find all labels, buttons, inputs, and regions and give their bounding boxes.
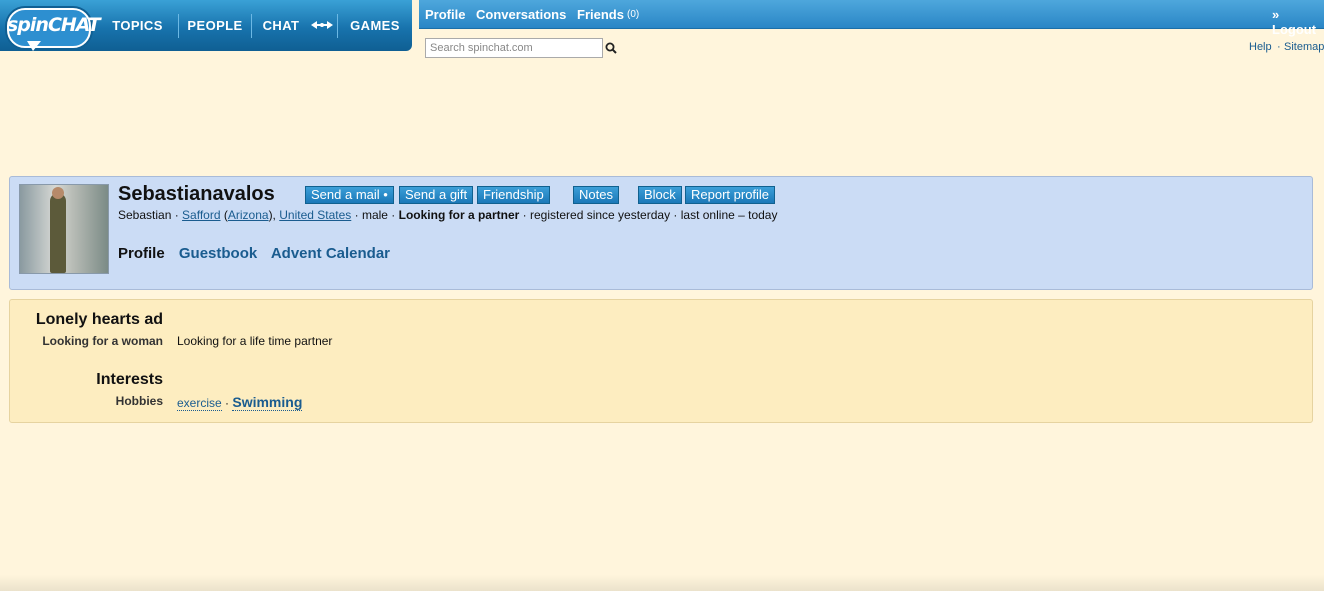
help-link[interactable]: Help [1249,41,1272,53]
notes-button[interactable]: Notes [573,186,619,204]
tab-guestbook[interactable]: Guestbook [179,245,257,262]
looking-for-label: Looking for a woman [42,334,163,348]
hobby-link[interactable]: exercise [177,396,222,411]
country-link[interactable]: United States [279,208,351,222]
profile-details: Lonely hearts ad Looking for a woman Loo… [9,299,1313,423]
hobby-link[interactable]: Swimming [232,394,303,411]
sitemap-link[interactable]: Sitemap [1284,41,1324,53]
logo-text: spinCHAT [7,14,101,36]
city-link[interactable]: Safford [182,208,220,222]
nav-divider [251,14,252,38]
nav-topics[interactable]: TOPICS [101,0,174,51]
logo-bubble-tail [27,41,41,51]
logout-link[interactable]: » Logout [1272,7,1324,37]
friends-count: (0) [627,9,640,20]
friendship-button[interactable]: Friendship [477,186,550,204]
topbar-friends-link[interactable]: Friends [577,7,624,22]
help-separator: · [1277,41,1281,53]
hobbies-label: Hobbies [115,394,163,408]
profile-header: Sebastianavalos Send a mail • Send a gif… [9,176,1313,290]
avatar-figure [50,193,66,273]
user-info-line: Sebastian · Safford (Arizona), United St… [118,208,778,222]
send-gift-button[interactable]: Send a gift [399,186,474,204]
username: Sebastianavalos [118,183,275,205]
nav-divider [178,14,179,38]
page-bottom-shade [0,575,1324,591]
last-online: last online – today [680,208,778,222]
tab-profile[interactable]: Profile [118,245,165,262]
block-button[interactable]: Block [638,186,682,204]
topbar-conversations-link[interactable]: Conversations [476,7,566,22]
gender: male [361,208,388,222]
spinchat-logo[interactable]: spinCHAT [7,8,101,51]
avatar-head [52,187,64,199]
lonely-hearts-heading: Lonely hearts ad [35,311,163,328]
nav-divider [337,14,338,38]
avatar[interactable] [19,184,109,274]
looking-for: Looking for a partner [398,208,520,222]
send-mail-button[interactable]: Send a mail • [305,186,394,204]
main-nav: spinCHAT TOPICS PEOPLE CHAT GAMES [0,0,412,51]
hobbies-list: exercise · Swimming [177,394,303,411]
profile-tabs: Profile Guestbook Advent Calendar [118,245,400,262]
top-bar: Profile Conversations Friends (0) » Logo… [419,0,1324,37]
registered-since: registered since yesterday [530,208,671,222]
report-profile-button[interactable]: Report profile [685,186,776,204]
nav-people[interactable]: PEOPLE [182,0,248,51]
nav-games[interactable]: GAMES [342,0,408,51]
search-icon[interactable] [605,42,617,54]
nav-chat[interactable]: CHAT [256,0,306,51]
topbar-profile-link[interactable]: Profile [425,7,465,22]
looking-for-value: Looking for a life time partner [177,334,333,348]
tab-advent-calendar[interactable]: Advent Calendar [271,245,390,262]
state-link[interactable]: Arizona [228,208,269,222]
search-input[interactable]: Search spinchat.com [425,38,603,58]
first-name: Sebastian [118,208,172,222]
chat-arrows-icon[interactable] [311,19,333,31]
interests-heading: Interests [96,371,163,388]
